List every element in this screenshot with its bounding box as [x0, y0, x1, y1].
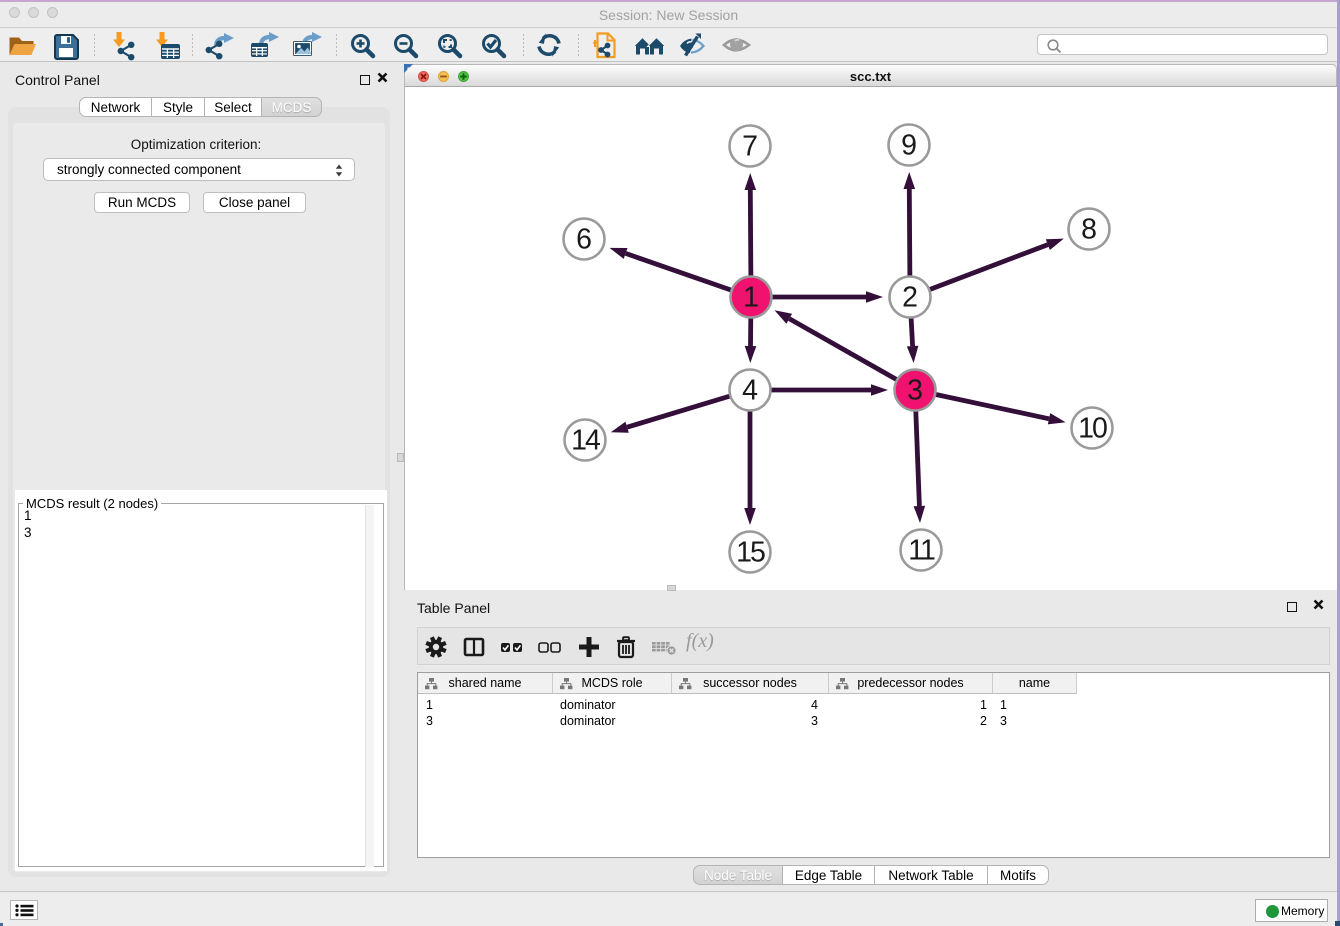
svg-text:8: 8 — [1081, 214, 1097, 246]
svg-text:9: 9 — [901, 130, 917, 162]
svg-text:1: 1 — [743, 282, 759, 314]
svg-text:15: 15 — [736, 537, 765, 569]
svg-text:3: 3 — [907, 375, 923, 407]
svg-text:4: 4 — [742, 375, 758, 407]
svg-text:11: 11 — [908, 535, 935, 567]
svg-text:6: 6 — [576, 224, 592, 256]
svg-text:2: 2 — [902, 282, 918, 314]
svg-text:14: 14 — [571, 425, 601, 457]
svg-text:7: 7 — [742, 131, 758, 163]
svg-text:10: 10 — [1078, 413, 1107, 445]
